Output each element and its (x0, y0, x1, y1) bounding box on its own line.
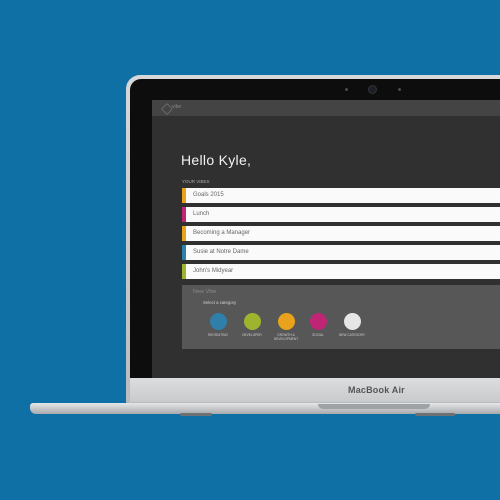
category-dot-icon (343, 313, 361, 330)
new-vibe-title: New Vibe (193, 289, 217, 295)
vibe-label: Goals 2015 (193, 192, 224, 198)
greeting-title: Hello Kyle, (181, 152, 252, 168)
vibe-label: Lunch (193, 211, 210, 217)
vibe-label: John's Midyear (193, 268, 234, 274)
vibe-item-susie[interactable]: Susie at Notre Dame (182, 245, 500, 260)
vibe-list: Goals 2015 Lunch Becoming a Manager Susi… (182, 188, 500, 283)
vibe-item-goals-2015[interactable]: Goals 2015 (182, 188, 500, 203)
category-dot-icon (243, 313, 261, 330)
vibe-item-lunch[interactable]: Lunch (182, 207, 500, 222)
camera-icon (369, 86, 376, 93)
vibe-item-johns-midyear[interactable]: John's Midyear (182, 264, 500, 279)
app-logo-text: vibe (172, 104, 182, 110)
vibes-section-label: YOUR VIBES (182, 179, 210, 184)
category-dot-icon (209, 313, 227, 330)
category-prompt: Select a category (203, 300, 237, 305)
new-vibe-panel: New Vibe Select a category RECRUITING DE… (182, 285, 500, 349)
vibe-label: Becoming a Manager (193, 230, 251, 236)
category-new[interactable]: NEW CATEGORY (332, 313, 372, 337)
sensor-dot (398, 88, 401, 91)
vibe-item-becoming-manager[interactable]: Becoming a Manager (182, 226, 500, 241)
lid-opening-notch (318, 404, 430, 409)
category-label: NEW CATEGORY (339, 333, 365, 337)
category-dot-icon (309, 313, 327, 330)
laptop-foot (180, 413, 212, 416)
laptop-foot (415, 413, 455, 416)
top-bar: vibe (152, 100, 500, 116)
laptop-chin (130, 378, 500, 402)
vibe-label: Susie at Notre Dame (193, 249, 249, 255)
category-dot-icon (277, 313, 295, 330)
app-screen: vibe Hello Kyle, YOUR VIBES Goals 2015 L… (152, 100, 500, 378)
device-brand-label: MacBook Air (348, 385, 405, 395)
sensor-dot (345, 88, 348, 91)
